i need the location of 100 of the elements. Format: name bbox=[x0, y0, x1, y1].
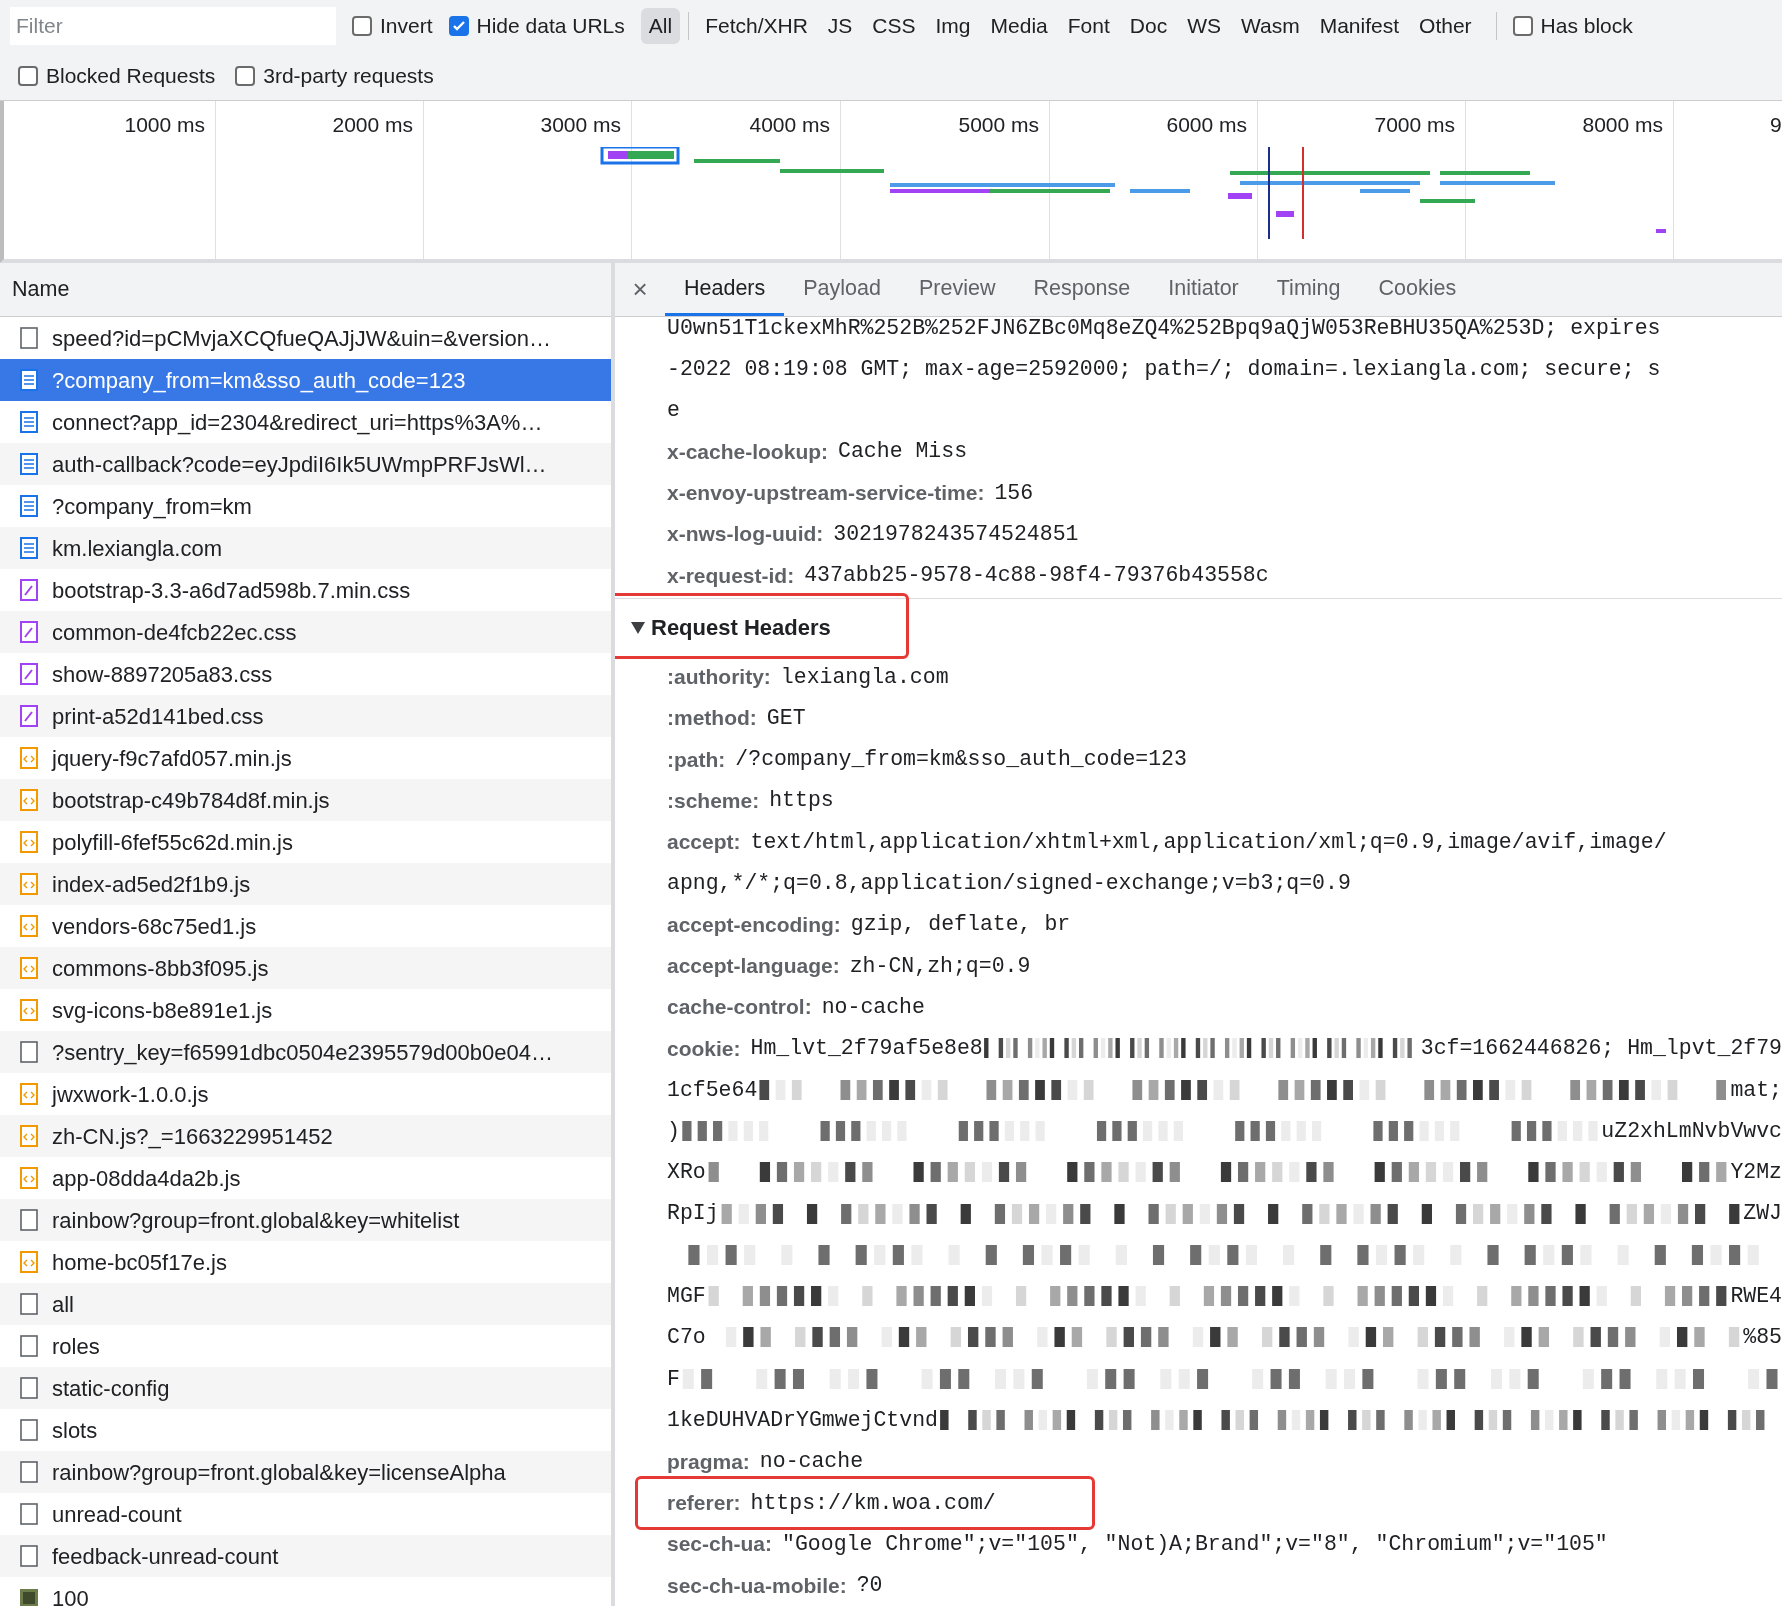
header-value: 3cf=1662446826; Hm_lpvt_2f79 bbox=[1420, 1035, 1782, 1063]
request-row[interactable]: rainbow?group=front.global&key=whitelist bbox=[0, 1199, 611, 1241]
header-name: x-nws-log-uuid: bbox=[667, 521, 824, 548]
request-name: connect?app_id=2304&redirect_uri=https%3A%… bbox=[52, 408, 543, 437]
request-name: auth-callback?code=eyJpdiI6Ik5UWmpPRFJsWl… bbox=[52, 450, 547, 479]
request-row[interactable]: zh-CN.js?_=1663229951452 bbox=[0, 1115, 611, 1157]
request-row[interactable]: feedback-unread-count bbox=[0, 1535, 611, 1577]
header-value: gzip, deflate, br bbox=[850, 911, 1071, 939]
type-filter-button[interactable]: CSS bbox=[864, 8, 924, 44]
details-tab[interactable]: Headers bbox=[665, 263, 785, 316]
request-row[interactable]: km.lexiangla.com bbox=[0, 527, 611, 569]
stylesheet-icon bbox=[20, 579, 38, 601]
request-name: vendors-68c75ed1.js bbox=[52, 912, 257, 941]
request-name: speed?id=pCMvjaXCQfueQAJjJW&uin=&version… bbox=[52, 324, 551, 353]
file-icon bbox=[20, 1335, 38, 1357]
request-name: jwxwork-1.0.0.js bbox=[52, 1080, 209, 1109]
type-filter-button[interactable]: Other bbox=[1411, 8, 1480, 44]
details-tab[interactable]: Response bbox=[1014, 263, 1150, 316]
request-row[interactable]: index-ad5ed2f1b9.js bbox=[0, 863, 611, 905]
checkbox-label: Blocked Requests bbox=[46, 63, 216, 90]
header-value: /?company_from=km&sso_auth_code=123 bbox=[735, 746, 1187, 774]
script-icon bbox=[20, 1125, 38, 1147]
header-value: "Google Chrome";v="105", "Not)A;Brand";v="8", "Chromium";v="105" bbox=[782, 1530, 1608, 1558]
header-value: apng,*/*;q=0.8,application/signed-exchange;v=b3;q=0.9 bbox=[667, 870, 1351, 898]
checkbox-label: 3rd-party requests bbox=[263, 63, 434, 90]
close-button[interactable]: × bbox=[615, 270, 665, 309]
time-tick-label: 3000 ms bbox=[540, 112, 621, 138]
header-value: GET bbox=[766, 704, 806, 732]
type-filter-button[interactable]: All bbox=[640, 8, 681, 44]
details-tab[interactable]: Initiator bbox=[1149, 263, 1258, 316]
document-icon bbox=[20, 537, 38, 559]
header-name: pragma: bbox=[667, 1448, 750, 1475]
request-name: zh-CN.js?_=1663229951452 bbox=[52, 1122, 333, 1151]
header-value: ?0 bbox=[856, 1572, 883, 1600]
type-filter-button[interactable]: Fetch/XHR bbox=[697, 8, 816, 44]
request-row[interactable]: common-de4fcb22ec.css bbox=[0, 611, 611, 653]
script-icon bbox=[20, 747, 38, 769]
checkbox[interactable] bbox=[448, 16, 469, 36]
request-name: index-ad5ed2f1b9.js bbox=[52, 870, 251, 899]
request-row[interactable]: ?company_from=km&sso_auth_code=123 bbox=[0, 359, 611, 401]
request-row[interactable]: rainbow?group=front.global&key=licenseAlpha bbox=[0, 1451, 611, 1493]
type-filter-button[interactable]: Doc bbox=[1121, 8, 1176, 44]
request-name: unread-count bbox=[52, 1500, 182, 1529]
type-filter-button[interactable]: Font bbox=[1059, 8, 1118, 44]
request-name: bootstrap-c49b784d8f.min.js bbox=[52, 786, 330, 815]
header-name: sec-ch-ua-mobile: bbox=[667, 1572, 847, 1599]
column-header[interactable]: Name bbox=[0, 263, 611, 317]
time-tick-label: 1000 ms bbox=[124, 112, 205, 138]
request-name: slots bbox=[52, 1416, 98, 1445]
type-filter-button[interactable]: Media bbox=[982, 8, 1056, 44]
type-filter-button[interactable]: JS bbox=[819, 8, 861, 44]
checkbox[interactable] bbox=[18, 66, 38, 86]
time-tick-label: 2000 ms bbox=[332, 112, 413, 138]
request-name: bootstrap-3.3-a6d7ad598b.7.min.css bbox=[52, 576, 411, 605]
header-name: :path: bbox=[667, 746, 726, 773]
details-tab[interactable]: Preview bbox=[899, 263, 1015, 316]
checkbox[interactable] bbox=[352, 16, 372, 36]
header-value: %85 bbox=[1743, 1324, 1782, 1352]
checkbox-label: Invert bbox=[380, 13, 433, 40]
header-value: 1keDUHVADrYGmwejCtvnd bbox=[667, 1406, 938, 1434]
file-icon bbox=[20, 1419, 38, 1441]
request-row[interactable]: commons-8bb3f095.js bbox=[0, 947, 611, 989]
checkbox[interactable] bbox=[235, 66, 256, 86]
header-value: 437abb25-9578-4c88-98f4-79376b43558c bbox=[804, 562, 1269, 590]
document-icon bbox=[20, 369, 38, 391]
request-row[interactable]: bootstrap-c49b784d8f.min.js bbox=[0, 779, 611, 821]
stylesheet-icon bbox=[20, 705, 38, 727]
document-icon bbox=[20, 411, 38, 433]
document-icon bbox=[20, 495, 38, 517]
header-name: :scheme: bbox=[667, 787, 760, 814]
request-row[interactable]: static-config bbox=[0, 1367, 611, 1409]
request-name: ?company_from=km bbox=[52, 492, 252, 521]
request-row[interactable]: print-a52d141bed.css bbox=[0, 695, 611, 737]
header-value: C7o bbox=[667, 1324, 706, 1352]
type-filter-button[interactable]: Manifest bbox=[1311, 8, 1408, 44]
request-name: feedback-unread-count bbox=[52, 1542, 279, 1571]
type-filter-button[interactable]: Img bbox=[927, 8, 979, 44]
script-icon bbox=[20, 789, 38, 811]
filter-field[interactable]: Filter bbox=[10, 7, 336, 45]
details-tab[interactable]: Cookies bbox=[1359, 263, 1476, 316]
header-value: https bbox=[769, 787, 834, 815]
stylesheet-icon bbox=[20, 621, 38, 643]
request-row[interactable]: ?sentry_key=f65991dbc0504e2395579d00b0e04… bbox=[0, 1031, 611, 1073]
time-tick-label: 5000 ms bbox=[958, 112, 1039, 138]
checkbox[interactable] bbox=[1512, 16, 1533, 36]
header-name: cookie: bbox=[667, 1035, 741, 1062]
details-tab[interactable]: Timing bbox=[1257, 263, 1360, 316]
disclosure-triangle-icon[interactable] bbox=[631, 621, 645, 634]
header-value: no-cache bbox=[821, 993, 925, 1021]
type-filter-button[interactable]: WS bbox=[1179, 8, 1229, 44]
request-name: common-de4fcb22ec.css bbox=[52, 618, 297, 647]
request-row[interactable]: auth-callback?code=eyJpdiI6Ik5UWmpPRFJsWl… bbox=[0, 443, 611, 485]
section-title[interactable]: Request Headers bbox=[651, 611, 831, 645]
file-icon bbox=[20, 1209, 38, 1231]
type-filter-button[interactable]: Wasm bbox=[1232, 8, 1308, 44]
request-name: print-a52d141bed.css bbox=[52, 702, 264, 731]
details-tab[interactable]: Payload bbox=[784, 263, 900, 316]
script-icon bbox=[20, 915, 38, 937]
header-name: accept-encoding: bbox=[667, 911, 841, 938]
request-row[interactable]: all bbox=[0, 1283, 611, 1325]
